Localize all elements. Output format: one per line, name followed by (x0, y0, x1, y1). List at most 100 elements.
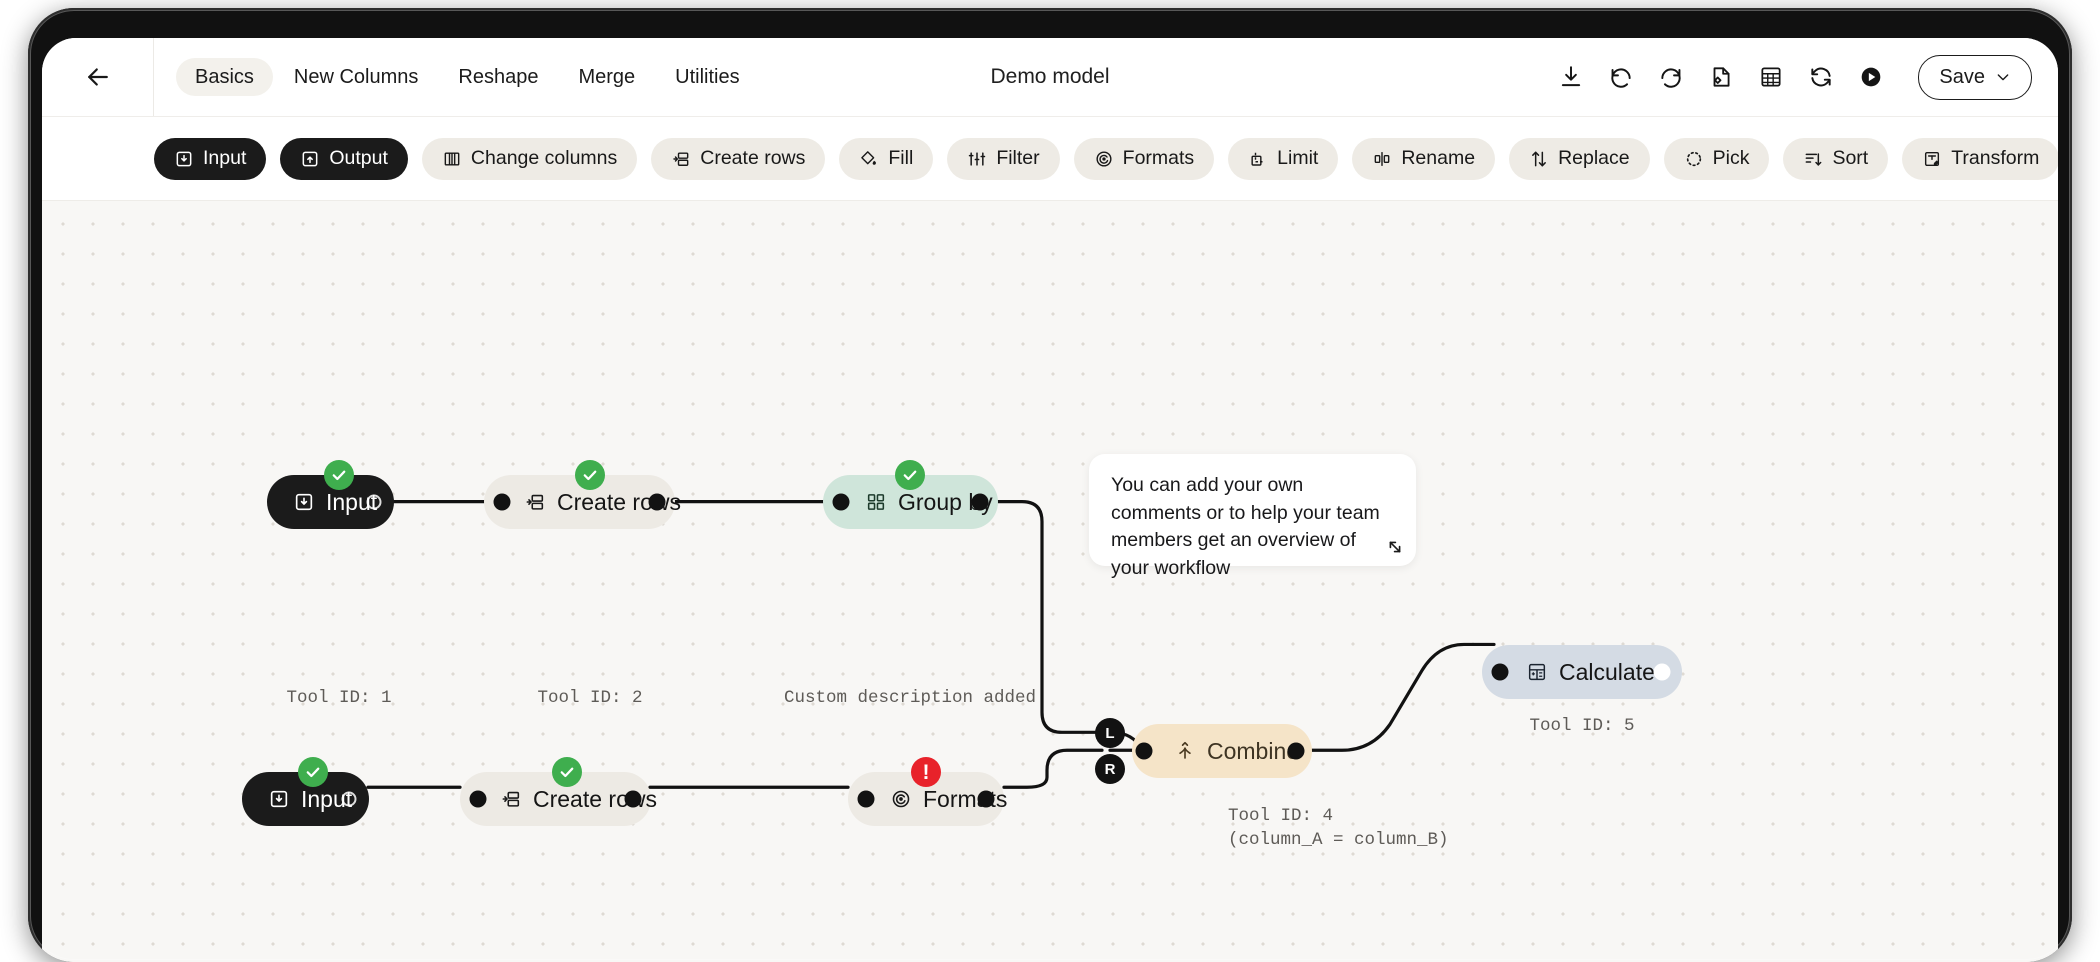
tool-filter[interactable]: Filter (947, 138, 1059, 180)
tool-label: Pick (1713, 149, 1750, 169)
node-input-port[interactable] (470, 791, 487, 808)
connection-wires (42, 201, 2058, 962)
check-icon (304, 763, 322, 781)
node-caption: Tool ID: 1 (286, 687, 391, 711)
formats-spiral-icon (1094, 149, 1114, 169)
run-play-icon[interactable] (1858, 64, 1884, 90)
node-output-port[interactable] (1288, 743, 1305, 760)
redo-icon[interactable] (1658, 64, 1684, 90)
create-rows-icon (671, 149, 691, 169)
input-icon (174, 149, 194, 169)
combine-port-right[interactable]: R (1095, 754, 1125, 784)
node-combine[interactable]: Combine (1132, 724, 1312, 778)
resize-handle-icon[interactable] (1385, 537, 1405, 557)
refresh-icon[interactable] (1808, 64, 1834, 90)
page-node-icon[interactable] (1708, 64, 1734, 90)
formats-spiral-icon (890, 788, 912, 810)
combine-port-left[interactable]: L (1095, 718, 1125, 748)
node-output-port[interactable] (1654, 664, 1671, 681)
status-badge-ok (298, 757, 328, 787)
tool-pick[interactable]: Pick (1664, 138, 1770, 180)
input-icon (268, 788, 290, 810)
tool-input[interactable]: Input (154, 138, 266, 180)
sort-icon (1803, 149, 1823, 169)
tool-output[interactable]: Output (280, 138, 408, 180)
tool-label: Transform (1951, 149, 2039, 169)
status-badge-error: ! (911, 757, 941, 787)
calculate-icon (1526, 661, 1548, 683)
save-button[interactable]: Save (1918, 55, 2032, 100)
status-badge-ok (895, 460, 925, 490)
comment-text: You can add your own comments or to help… (1111, 474, 1380, 579)
save-label: Save (1939, 66, 1985, 89)
rename-icon (1372, 149, 1392, 169)
node-input-port[interactable] (494, 494, 511, 511)
node-output-port[interactable] (649, 494, 666, 511)
tool-fill[interactable]: Fill (839, 138, 933, 180)
check-icon (901, 466, 919, 484)
app-window: Basics New Columns Reshape Merge Utiliti… (42, 38, 2058, 962)
tool-limit[interactable]: Limit (1228, 138, 1338, 180)
app-header: Basics New Columns Reshape Merge Utiliti… (42, 38, 2058, 116)
back-button[interactable] (42, 38, 154, 116)
tool-label: Change columns (471, 149, 617, 169)
output-icon (300, 149, 320, 169)
tool-label: Limit (1277, 149, 1318, 169)
grid-table-icon[interactable] (1758, 64, 1784, 90)
status-badge-ok (552, 757, 582, 787)
comment-note[interactable]: You can add your own comments or to help… (1089, 454, 1416, 566)
tool-label: Formats (1123, 149, 1195, 169)
tab-merge[interactable]: Merge (559, 58, 654, 96)
node-input-port[interactable] (1492, 664, 1509, 681)
download-icon[interactable] (1558, 64, 1584, 90)
tool-change-columns[interactable]: Change columns (422, 138, 637, 180)
tool-label: Create rows (700, 149, 805, 169)
status-badge-ok (324, 460, 354, 490)
workflow-canvas[interactable]: You can add your own comments or to help… (42, 200, 2058, 962)
tool-rename[interactable]: Rename (1352, 138, 1495, 180)
node-caption: Tool ID: 2 (537, 687, 642, 711)
node-status-ring (367, 495, 382, 510)
tool-sort[interactable]: Sort (1783, 138, 1888, 180)
node-input-port[interactable] (858, 791, 875, 808)
node-calculate[interactable]: Calculate (1482, 645, 1682, 699)
tool-label: Sort (1832, 149, 1868, 169)
undo-icon[interactable] (1608, 64, 1634, 90)
device-frame: Basics New Columns Reshape Merge Utiliti… (28, 8, 2072, 962)
node-caption: Tool ID: 5 (1529, 715, 1634, 739)
tool-create-rows[interactable]: Create rows (651, 138, 825, 180)
exclamation-icon: ! (923, 762, 930, 783)
status-badge-ok (575, 460, 605, 490)
node-output-port[interactable] (978, 791, 995, 808)
node-input-port[interactable] (1136, 743, 1153, 760)
tab-utilities[interactable]: Utilities (656, 58, 758, 96)
columns-icon (442, 149, 462, 169)
tab-reshape[interactable]: Reshape (439, 58, 557, 96)
node-caption: Custom description added (784, 687, 1036, 711)
node-label: Formats (923, 786, 1007, 813)
tab-new-columns[interactable]: New Columns (275, 58, 437, 96)
input-icon (293, 491, 315, 513)
fill-drop-icon (859, 149, 879, 169)
node-input-port[interactable] (833, 494, 850, 511)
node-label: Combine (1207, 738, 1299, 765)
tool-label: Replace (1558, 149, 1630, 169)
node-status-ring (342, 792, 357, 807)
tool-transform[interactable]: Transform (1902, 138, 2058, 180)
tab-basics[interactable]: Basics (176, 58, 273, 96)
tool-palette: Input Output Change columns Creat (42, 116, 2058, 200)
transform-icon (1922, 149, 1942, 169)
pick-dotted-icon (1684, 149, 1704, 169)
back-arrow-icon (83, 62, 113, 92)
limit-crop-icon (1248, 149, 1268, 169)
node-output-port[interactable] (972, 494, 989, 511)
check-icon (330, 466, 348, 484)
tool-replace[interactable]: Replace (1509, 138, 1650, 180)
create-rows-icon (500, 788, 522, 810)
node-label: Calculate (1559, 659, 1655, 686)
tool-label: Fill (888, 149, 913, 169)
node-caption: Tool ID: 4 (column_A = column_B) (1228, 805, 1449, 852)
group-by-icon (865, 491, 887, 513)
node-output-port[interactable] (625, 791, 642, 808)
tool-formats[interactable]: Formats (1074, 138, 1215, 180)
